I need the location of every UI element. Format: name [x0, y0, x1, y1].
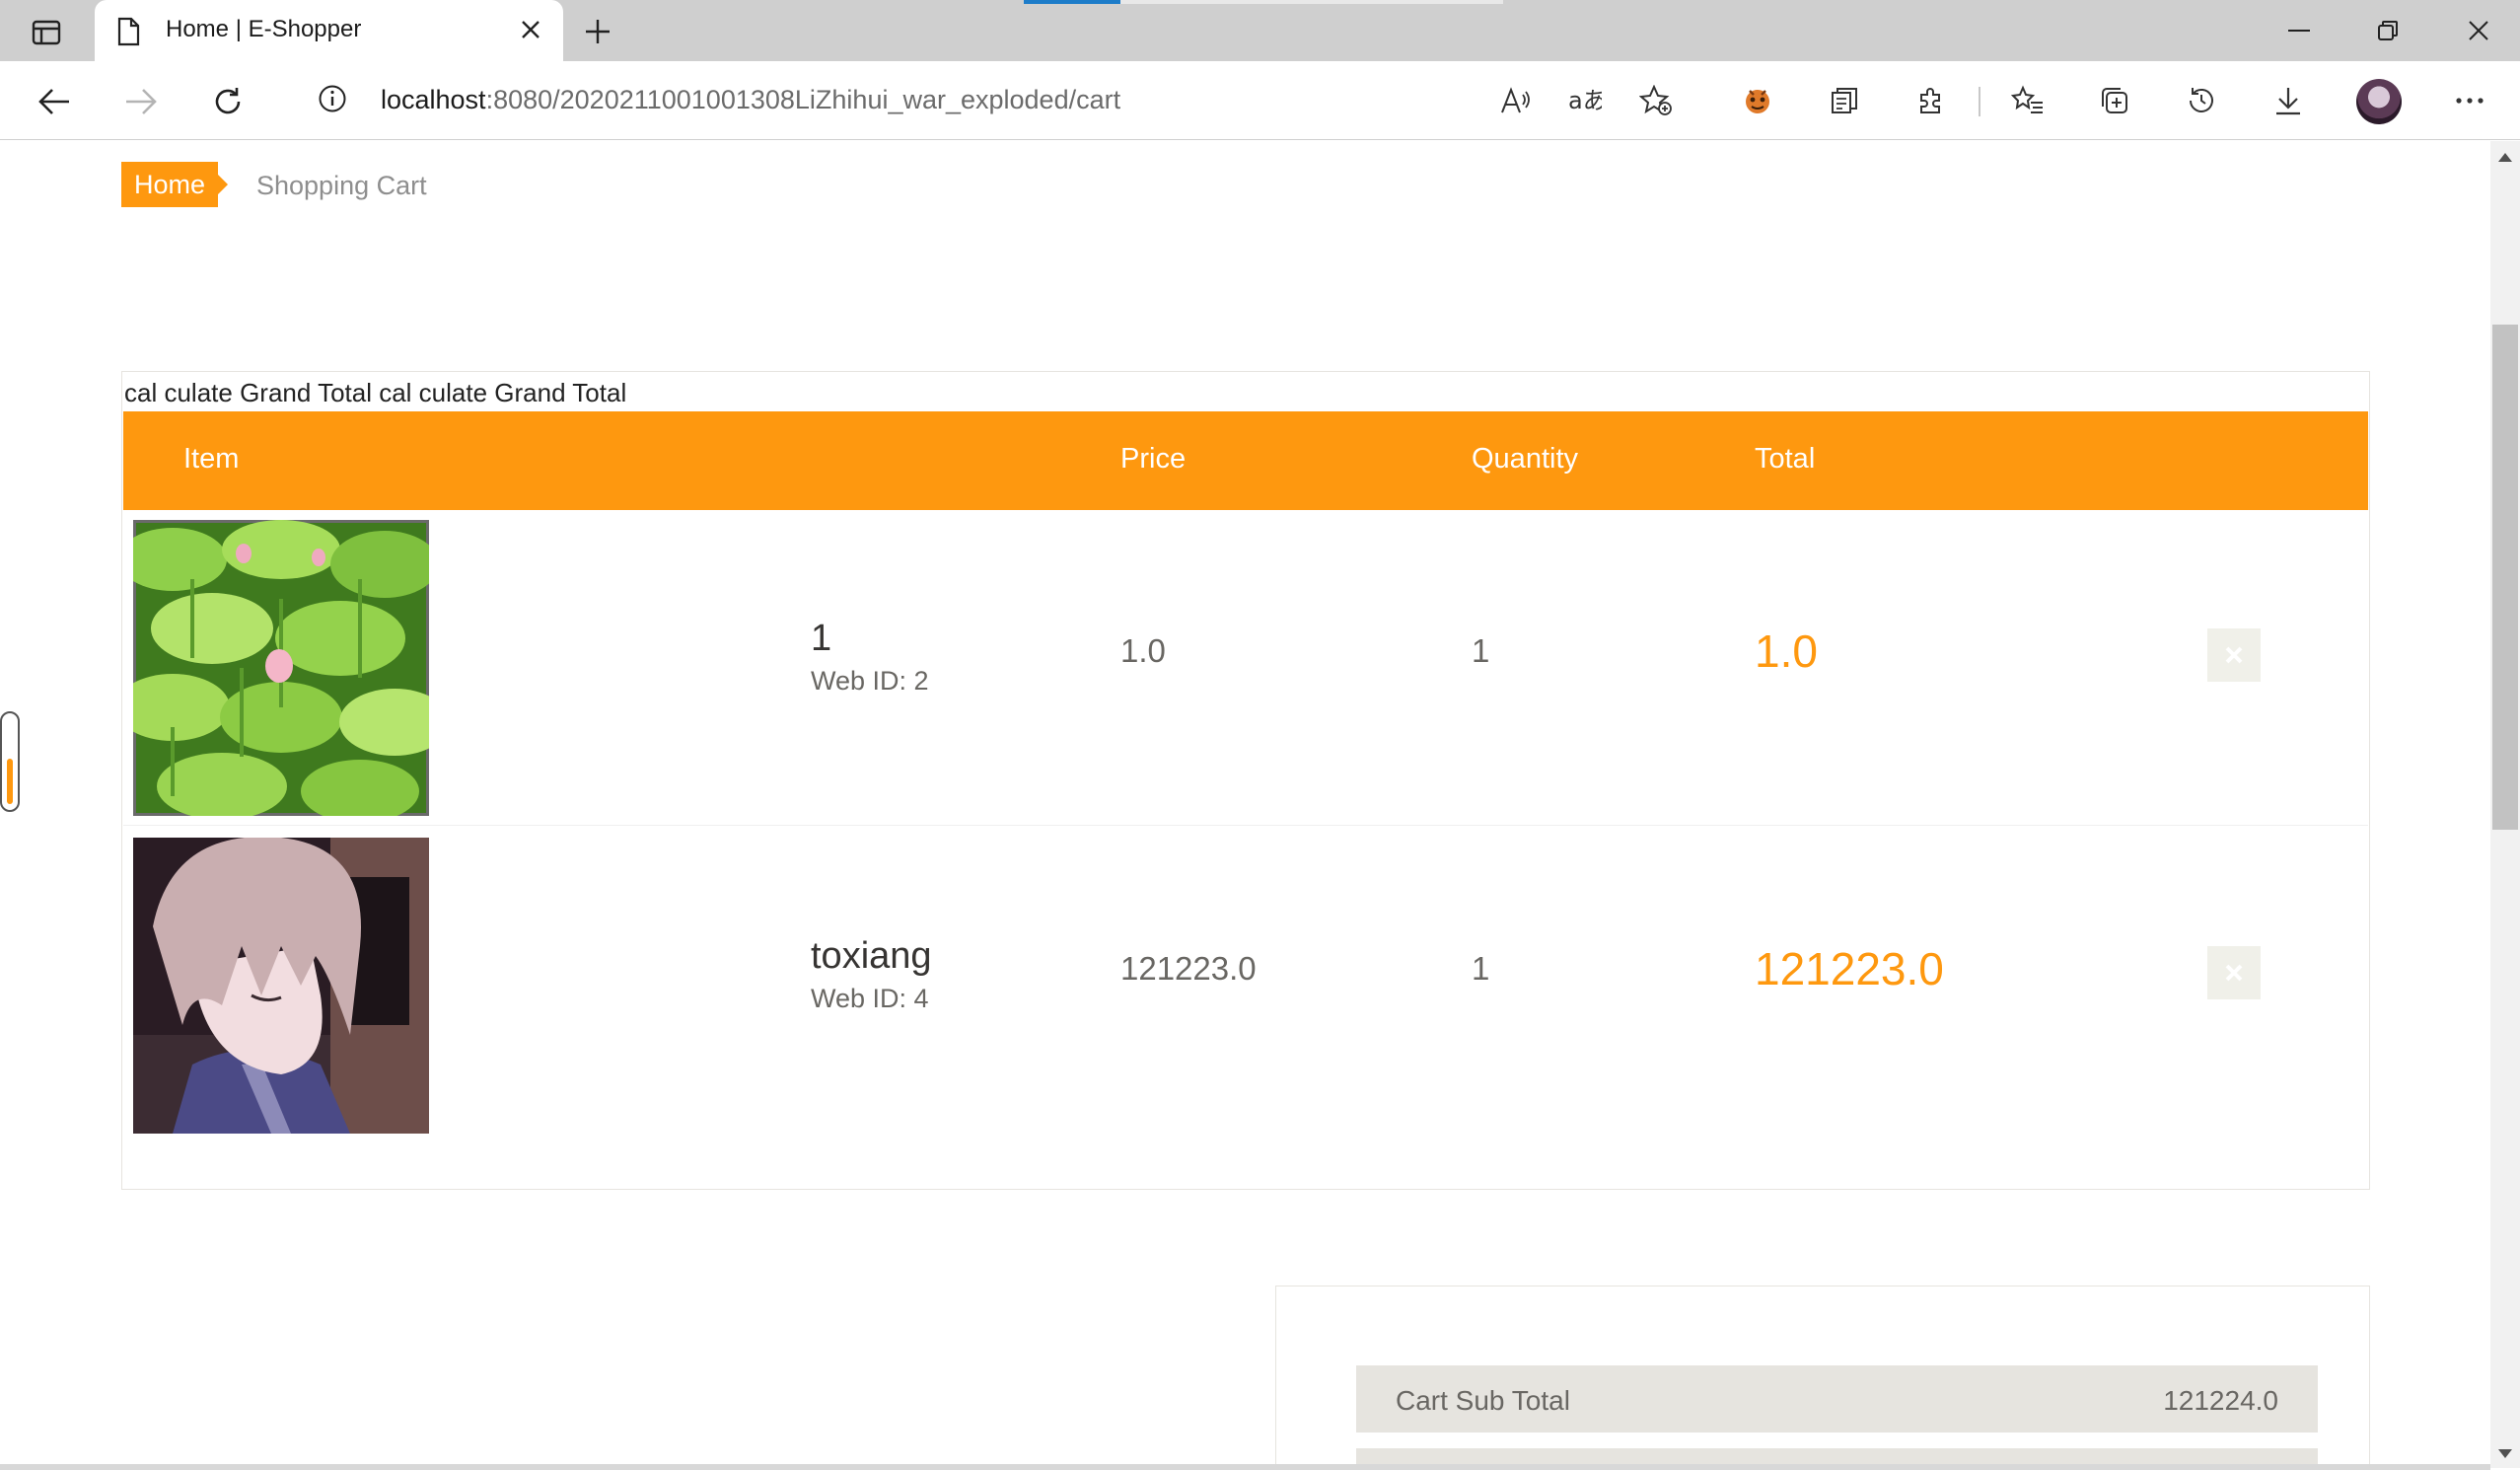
product-web-id: Web ID: 4	[811, 984, 929, 1013]
page-icon	[116, 17, 140, 51]
delete-item-button[interactable]	[2207, 946, 2261, 999]
page-viewport: Home Shopping Cart cal culate Grand Tota…	[0, 141, 2490, 1468]
cart-caption: cal culate Grand Total cal culate Grand …	[124, 378, 627, 407]
product-price: 1.0	[1120, 632, 1166, 669]
more-menu-icon[interactable]	[2450, 81, 2489, 120]
close-icon	[2225, 646, 2243, 664]
product-total: 121223.0	[1755, 943, 1944, 994]
header-item: Item	[183, 443, 240, 475]
subtotal-value: 121224.0	[2163, 1385, 2278, 1416]
profile-avatar[interactable]	[2356, 79, 2402, 124]
tab-actions-icon[interactable]	[24, 14, 69, 51]
product-quantity: 1	[1472, 950, 1490, 987]
scroll-down-arrow-icon[interactable]	[2498, 1449, 2512, 1458]
header-quantity: Quantity	[1472, 443, 1578, 475]
delete-item-button[interactable]	[2207, 628, 2261, 682]
close-window-icon[interactable]	[2454, 10, 2503, 51]
tab-title: Home | E-Shopper	[166, 16, 362, 42]
product-image[interactable]	[133, 520, 429, 816]
close-tab-icon[interactable]	[513, 12, 548, 47]
browser-tab-bar: Home | E-Shopper	[0, 0, 2520, 61]
horizontal-scrollbar[interactable]	[0, 1464, 2490, 1470]
extension-icon[interactable]	[1738, 81, 1777, 120]
breadcrumb-home-link[interactable]: Home	[121, 162, 229, 207]
downloads-icon[interactable]	[2268, 81, 2308, 120]
read-aloud-icon[interactable]	[1499, 84, 1533, 117]
product-web-id: Web ID: 2	[811, 666, 929, 696]
cart-table: cal culate Grand Total cal culate Grand …	[121, 371, 2370, 1190]
url-text[interactable]: localhost:8080/2020211001001308LiZhihui_…	[381, 85, 1120, 115]
back-icon[interactable]	[32, 79, 77, 124]
add-favorite-icon[interactable]	[1639, 84, 1673, 117]
product-name[interactable]: toxiang	[811, 935, 932, 978]
browser-toolbar: localhost:8080/2020211001001308LiZhihui_…	[0, 61, 2520, 140]
loading-indicator	[1024, 0, 1503, 4]
forward-icon[interactable]	[118, 79, 164, 124]
subtotal-label: Cart Sub Total	[1396, 1385, 1570, 1416]
header-price: Price	[1120, 443, 1187, 475]
svg-text:aあ: aあ	[1568, 87, 1602, 114]
close-icon	[2225, 964, 2243, 982]
address-bar[interactable]: localhost:8080/2020211001001308LiZhihui_…	[284, 70, 1702, 127]
minimize-icon[interactable]	[2274, 10, 2324, 51]
cart-totals-box: Cart Sub Total 121224.0	[1275, 1286, 2370, 1468]
site-info-icon[interactable]	[318, 84, 347, 118]
extensions-icon[interactable]	[1911, 81, 1951, 120]
scrollbar-thumb[interactable]	[2492, 325, 2518, 830]
collections-icon[interactable]	[2095, 81, 2134, 120]
product-quantity: 1	[1472, 632, 1490, 669]
header-total: Total	[1755, 443, 1816, 475]
subtotal-row: Cart Sub Total 121224.0	[1356, 1365, 2318, 1433]
product-image[interactable]	[133, 838, 429, 1134]
scroll-up-arrow-icon[interactable]	[2498, 153, 2512, 162]
side-pull-tab[interactable]	[0, 711, 20, 812]
breadcrumb-current: Shopping Cart	[256, 171, 427, 200]
new-tab-icon[interactable]	[578, 12, 617, 51]
refresh-icon[interactable]	[205, 79, 251, 124]
cart-row: toxiang Web ID: 4 121223.0 1 121223.0	[123, 828, 2368, 1143]
cart-row: 1 Web ID: 2 1.0 1 1.0	[123, 510, 2368, 826]
product-name[interactable]: 1	[811, 618, 831, 660]
translate-icon[interactable]: aあ	[1568, 84, 1602, 117]
product-price: 121223.0	[1120, 950, 1257, 987]
product-total: 1.0	[1755, 625, 1818, 677]
browser-tab-active[interactable]: Home | E-Shopper	[95, 0, 563, 61]
favorites-icon[interactable]	[2008, 81, 2048, 120]
history-icon[interactable]	[2182, 81, 2221, 120]
restore-icon[interactable]	[2363, 10, 2412, 51]
vertical-scrollbar[interactable]	[2490, 141, 2520, 1468]
cart-table-header: Item Price Quantity Total	[123, 411, 2368, 510]
collections-page-icon[interactable]	[1825, 81, 1864, 120]
toolbar-divider	[1979, 87, 1980, 116]
